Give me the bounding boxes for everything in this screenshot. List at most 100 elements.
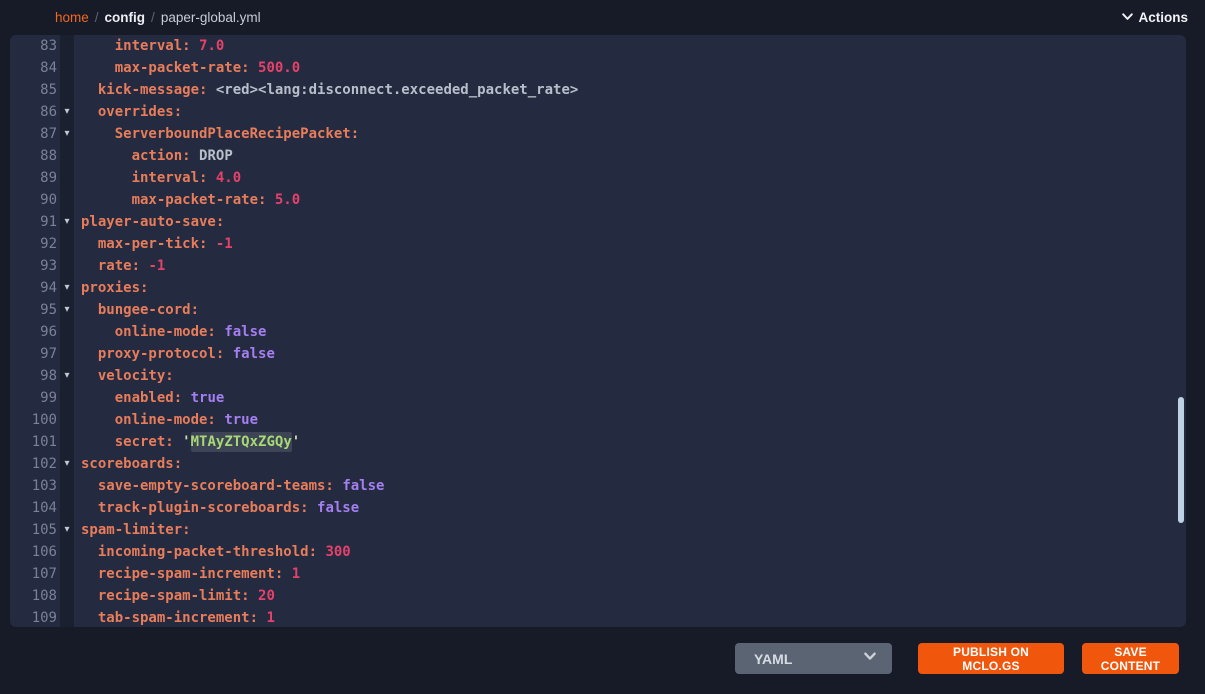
code-line: 106 incoming-packet-threshold: 300: [10, 541, 1186, 563]
code-line: 86▾ overrides:: [10, 101, 1186, 123]
fold-gutter[interactable]: ▾: [60, 299, 74, 321]
code-line: 94▾proxies:: [10, 277, 1186, 299]
yaml-key: secret:: [115, 434, 174, 450]
code-text[interactable]: ServerboundPlaceRecipePacket:: [74, 123, 1186, 145]
breadcrumb-config-link[interactable]: config: [105, 10, 146, 25]
code-line: 91▾player-auto-save:: [10, 211, 1186, 233]
code-line: 101 secret: 'MTAyZTQxZGQy': [10, 431, 1186, 453]
code-text[interactable]: action: DROP: [74, 145, 1186, 167]
fold-arrow-icon: ▾: [64, 106, 69, 117]
code-text[interactable]: proxy-protocol: false: [74, 343, 1186, 365]
code-line: 100 online-mode: true: [10, 409, 1186, 431]
code-text[interactable]: track-plugin-scoreboards: false: [74, 497, 1186, 519]
code-text[interactable]: save-empty-scoreboard-teams: false: [74, 475, 1186, 497]
fold-gutter: [60, 321, 74, 343]
fold-gutter[interactable]: ▾: [60, 123, 74, 145]
code-line: 104 track-plugin-scoreboards: false: [10, 497, 1186, 519]
yaml-key: rate:: [98, 258, 140, 274]
publish-button[interactable]: PUBLISH ON MCLO.GS: [918, 643, 1064, 674]
yaml-value: 500.0: [258, 60, 300, 76]
yaml-value: 300: [325, 544, 350, 560]
code-editor[interactable]: 83 interval: 7.084 max-packet-rate: 500.…: [10, 35, 1186, 627]
fold-gutter[interactable]: ▾: [60, 211, 74, 233]
line-number: 95: [10, 299, 57, 321]
line-number: 99: [10, 387, 57, 409]
code-text[interactable]: enabled: true: [74, 387, 1186, 409]
code-text[interactable]: max-per-tick: -1: [74, 233, 1186, 255]
yaml-value: true: [224, 412, 258, 428]
fold-gutter[interactable]: ▾: [60, 453, 74, 475]
code-text[interactable]: bungee-cord:: [74, 299, 1186, 321]
fold-gutter: [60, 167, 74, 189]
line-number: 108: [10, 585, 57, 607]
code-line: 84 max-packet-rate: 500.0: [10, 57, 1186, 79]
code-text[interactable]: interval: 4.0: [74, 167, 1186, 189]
code-text[interactable]: tab-spam-increment: 1: [74, 607, 1186, 627]
code-text[interactable]: proxies:: [74, 277, 1186, 299]
fold-gutter[interactable]: ▾: [60, 101, 74, 123]
yaml-value: 4.0: [216, 170, 241, 186]
yaml-key: proxy-protocol:: [98, 346, 224, 362]
line-number: 91: [10, 211, 57, 233]
fold-arrow-icon: ▾: [64, 282, 69, 293]
line-number: 96: [10, 321, 57, 343]
format-select[interactable]: YAML: [735, 643, 892, 674]
code-line: 108 recipe-spam-limit: 20: [10, 585, 1186, 607]
line-number: 93: [10, 255, 57, 277]
yaml-value: 5.0: [275, 192, 300, 208]
code-text[interactable]: secret: 'MTAyZTQxZGQy': [74, 431, 1186, 453]
code-text[interactable]: max-packet-rate: 500.0: [74, 57, 1186, 79]
yaml-value: -1: [148, 258, 165, 274]
code-text[interactable]: online-mode: true: [74, 409, 1186, 431]
code-text[interactable]: max-packet-rate: 5.0: [74, 189, 1186, 211]
code-line: 109 tab-spam-increment: 1: [10, 607, 1186, 627]
code-text[interactable]: recipe-spam-limit: 20: [74, 585, 1186, 607]
yaml-key: incoming-packet-threshold:: [98, 544, 317, 560]
breadcrumb-home-link[interactable]: home: [55, 10, 89, 25]
yaml-key: velocity:: [98, 368, 174, 384]
code-text[interactable]: incoming-packet-threshold: 300: [74, 541, 1186, 563]
yaml-key: recipe-spam-limit:: [98, 588, 250, 604]
fold-gutter: [60, 431, 74, 453]
code-text[interactable]: rate: -1: [74, 255, 1186, 277]
yaml-key: max-packet-rate:: [132, 192, 267, 208]
code-line: 90 max-packet-rate: 5.0: [10, 189, 1186, 211]
code-text[interactable]: velocity:: [74, 365, 1186, 387]
fold-gutter[interactable]: ▾: [60, 365, 74, 387]
actions-menu-button[interactable]: Actions: [1121, 10, 1188, 26]
code-line: 83 interval: 7.0: [10, 35, 1186, 57]
code-text[interactable]: scoreboards:: [74, 453, 1186, 475]
code-text[interactable]: recipe-spam-increment: 1: [74, 563, 1186, 585]
code-line: 99 enabled: true: [10, 387, 1186, 409]
fold-gutter: [60, 409, 74, 431]
save-button[interactable]: SAVE CONTENT: [1082, 643, 1179, 674]
yaml-key: interval:: [132, 170, 208, 186]
code-text[interactable]: player-auto-save:: [74, 211, 1186, 233]
code-text[interactable]: kick-message: <red><lang:disconnect.exce…: [74, 79, 1186, 101]
line-number: 106: [10, 541, 57, 563]
fold-gutter: [60, 585, 74, 607]
code-text[interactable]: overrides:: [74, 101, 1186, 123]
fold-gutter: [60, 541, 74, 563]
code-text[interactable]: interval: 7.0: [74, 35, 1186, 57]
line-number: 104: [10, 497, 57, 519]
code-text[interactable]: spam-limiter:: [74, 519, 1186, 541]
code-lines: 83 interval: 7.084 max-packet-rate: 500.…: [10, 35, 1186, 627]
code-line: 85 kick-message: <red><lang:disconnect.e…: [10, 79, 1186, 101]
fold-gutter[interactable]: ▾: [60, 519, 74, 541]
fold-gutter: [60, 145, 74, 167]
fold-gutter: [60, 607, 74, 627]
yaml-key: scoreboards:: [81, 456, 182, 472]
fold-gutter[interactable]: ▾: [60, 277, 74, 299]
yaml-value: 20: [258, 588, 275, 604]
yaml-key: online-mode:: [115, 324, 216, 340]
yaml-value-selected: MTAyZTQxZGQy: [191, 432, 292, 452]
line-number: 85: [10, 79, 57, 101]
line-number: 109: [10, 607, 57, 627]
yaml-key: ServerboundPlaceRecipePacket:: [115, 126, 359, 142]
fold-arrow-icon: ▾: [64, 524, 69, 535]
line-number: 87: [10, 123, 57, 145]
yaml-value: 1: [292, 566, 300, 582]
yaml-key: recipe-spam-increment:: [98, 566, 283, 582]
code-text[interactable]: online-mode: false: [74, 321, 1186, 343]
